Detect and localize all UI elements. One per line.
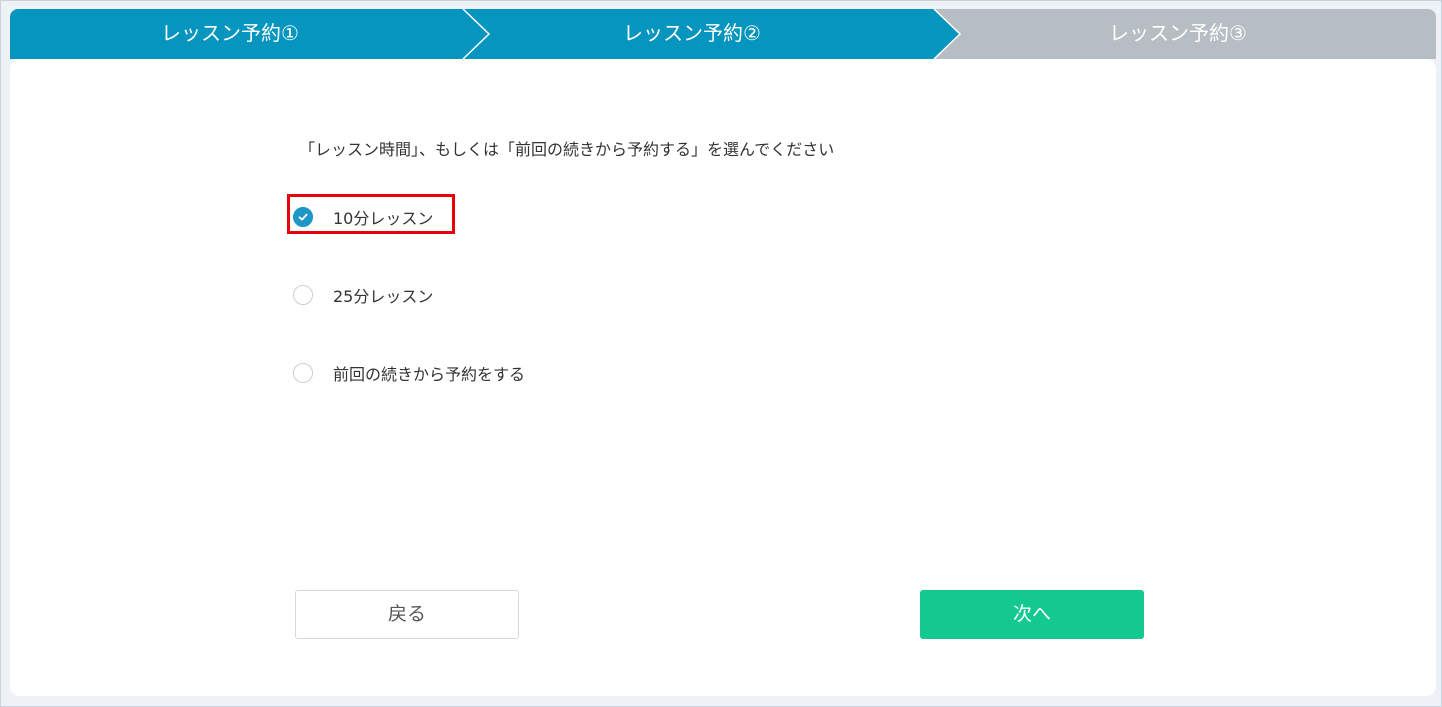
instruction-text: 「レッスン時間」、もしくは「前回の続きから予約する」を選んでください	[299, 140, 835, 159]
page-frame: レッスン予約① レッスン予約② レッスン予約③ 「レッスン時間」、もしくは「前回…	[0, 0, 1442, 707]
step-3-label: レッスン予約③	[1109, 21, 1247, 45]
option-label-25min: 25分レッスン	[333, 287, 434, 306]
radio-25min[interactable]	[293, 285, 313, 305]
step-1-label: レッスン予約①	[161, 21, 299, 45]
option-label-continue-previous: 前回の続きから予約をする	[333, 365, 526, 384]
back-button[interactable]: 戻る	[295, 590, 519, 639]
radio-continue-previous[interactable]	[293, 363, 313, 383]
step-2-label: レッスン予約②	[623, 21, 761, 45]
next-button[interactable]: 次へ	[920, 590, 1144, 639]
option-25min[interactable]: 25分レッスン	[293, 281, 433, 309]
option-continue-previous[interactable]: 前回の続きから予約をする	[293, 359, 525, 387]
step-progress-bar: レッスン予約① レッスン予約② レッスン予約③	[10, 9, 1436, 61]
reservation-card: 「レッスン時間」、もしくは「前回の続きから予約する」を選んでください 10分レッ…	[10, 59, 1436, 696]
highlight-annotation	[287, 194, 455, 234]
